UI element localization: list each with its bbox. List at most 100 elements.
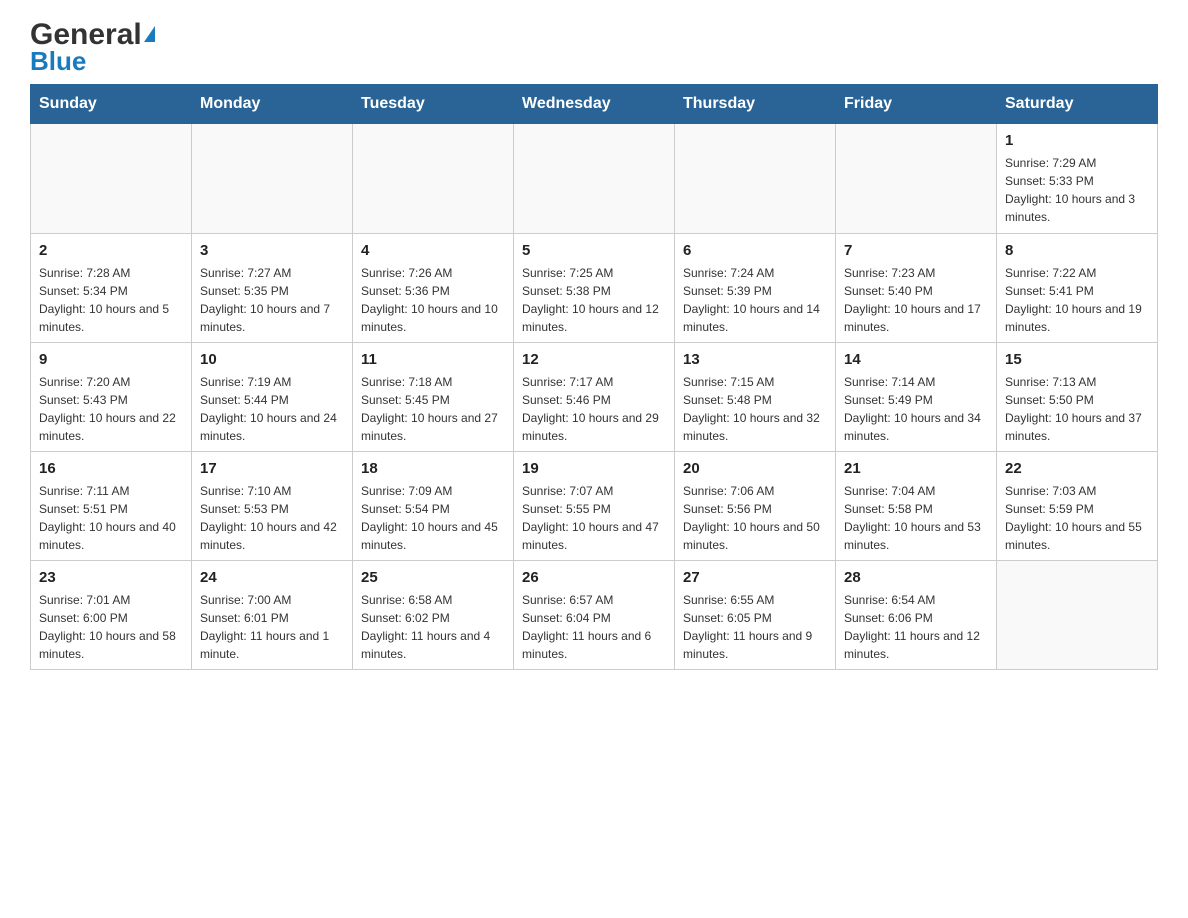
- day-number: 13: [683, 349, 827, 370]
- day-number: 12: [522, 349, 666, 370]
- day-number: 23: [39, 567, 183, 588]
- day-info: Sunrise: 7:07 AMSunset: 5:55 PMDaylight:…: [522, 482, 666, 554]
- calendar-cell: 3 Sunrise: 7:27 AMSunset: 5:35 PMDaylight…: [192, 234, 353, 343]
- calendar-cell: 27 Sunrise: 6:55 AMSunset: 6:05 PMDayligh…: [675, 561, 836, 670]
- day-info: Sunrise: 7:17 AMSunset: 5:46 PMDaylight:…: [522, 373, 666, 445]
- calendar-cell: 4 Sunrise: 7:26 AMSunset: 5:36 PMDaylight…: [353, 234, 514, 343]
- calendar-cell: 25 Sunrise: 6:58 AMSunset: 6:02 PMDayligh…: [353, 561, 514, 670]
- weekday-header-row: SundayMondayTuesdayWednesdayThursdayFrid…: [31, 85, 1158, 124]
- day-number: 4: [361, 240, 505, 261]
- day-number: 10: [200, 349, 344, 370]
- calendar-cell: 23 Sunrise: 7:01 AMSunset: 6:00 PMDayligh…: [31, 561, 192, 670]
- calendar-cell: [997, 561, 1158, 670]
- calendar-week-row: 2 Sunrise: 7:28 AMSunset: 5:34 PMDaylight…: [31, 234, 1158, 343]
- weekday-header-tuesday: Tuesday: [353, 85, 514, 124]
- calendar-cell: [353, 124, 514, 234]
- day-info: Sunrise: 7:18 AMSunset: 5:45 PMDaylight:…: [361, 373, 505, 445]
- day-number: 26: [522, 567, 666, 588]
- day-info: Sunrise: 6:57 AMSunset: 6:04 PMDaylight:…: [522, 591, 666, 663]
- calendar-cell: 15 Sunrise: 7:13 AMSunset: 5:50 PMDayligh…: [997, 343, 1158, 452]
- weekday-header-saturday: Saturday: [997, 85, 1158, 124]
- day-info: Sunrise: 7:23 AMSunset: 5:40 PMDaylight:…: [844, 264, 988, 336]
- day-number: 9: [39, 349, 183, 370]
- day-number: 25: [361, 567, 505, 588]
- weekday-header-friday: Friday: [836, 85, 997, 124]
- weekday-header-thursday: Thursday: [675, 85, 836, 124]
- day-number: 22: [1005, 458, 1149, 479]
- calendar-cell: 17 Sunrise: 7:10 AMSunset: 5:53 PMDayligh…: [192, 452, 353, 561]
- day-info: Sunrise: 6:58 AMSunset: 6:02 PMDaylight:…: [361, 591, 505, 663]
- day-number: 14: [844, 349, 988, 370]
- day-number: 19: [522, 458, 666, 479]
- day-info: Sunrise: 7:06 AMSunset: 5:56 PMDaylight:…: [683, 482, 827, 554]
- calendar-cell: 22 Sunrise: 7:03 AMSunset: 5:59 PMDayligh…: [997, 452, 1158, 561]
- day-info: Sunrise: 7:10 AMSunset: 5:53 PMDaylight:…: [200, 482, 344, 554]
- day-number: 1: [1005, 130, 1149, 151]
- calendar-cell: 14 Sunrise: 7:14 AMSunset: 5:49 PMDayligh…: [836, 343, 997, 452]
- day-info: Sunrise: 7:29 AMSunset: 5:33 PMDaylight:…: [1005, 154, 1149, 226]
- calendar-cell: 21 Sunrise: 7:04 AMSunset: 5:58 PMDayligh…: [836, 452, 997, 561]
- calendar-cell: 2 Sunrise: 7:28 AMSunset: 5:34 PMDaylight…: [31, 234, 192, 343]
- calendar-cell: 8 Sunrise: 7:22 AMSunset: 5:41 PMDaylight…: [997, 234, 1158, 343]
- logo: General Blue: [30, 20, 155, 74]
- calendar-cell: [836, 124, 997, 234]
- calendar-cell: 9 Sunrise: 7:20 AMSunset: 5:43 PMDaylight…: [31, 343, 192, 452]
- day-number: 15: [1005, 349, 1149, 370]
- day-info: Sunrise: 7:03 AMSunset: 5:59 PMDaylight:…: [1005, 482, 1149, 554]
- calendar-cell: 26 Sunrise: 6:57 AMSunset: 6:04 PMDayligh…: [514, 561, 675, 670]
- day-info: Sunrise: 7:09 AMSunset: 5:54 PMDaylight:…: [361, 482, 505, 554]
- day-info: Sunrise: 7:14 AMSunset: 5:49 PMDaylight:…: [844, 373, 988, 445]
- day-info: Sunrise: 6:55 AMSunset: 6:05 PMDaylight:…: [683, 591, 827, 663]
- calendar-cell: 24 Sunrise: 7:00 AMSunset: 6:01 PMDayligh…: [192, 561, 353, 670]
- calendar-cell: [514, 124, 675, 234]
- day-number: 3: [200, 240, 344, 261]
- day-number: 18: [361, 458, 505, 479]
- calendar-cell: 11 Sunrise: 7:18 AMSunset: 5:45 PMDayligh…: [353, 343, 514, 452]
- logo-blue-text: Blue: [30, 48, 86, 74]
- weekday-header-monday: Monday: [192, 85, 353, 124]
- day-info: Sunrise: 7:28 AMSunset: 5:34 PMDaylight:…: [39, 264, 183, 336]
- calendar-week-row: 16 Sunrise: 7:11 AMSunset: 5:51 PMDayligh…: [31, 452, 1158, 561]
- calendar-cell: 7Sunrise: 7:23 AMSunset: 5:40 PMDaylight…: [836, 234, 997, 343]
- calendar-cell: 10 Sunrise: 7:19 AMSunset: 5:44 PMDayligh…: [192, 343, 353, 452]
- day-info: Sunrise: 7:13 AMSunset: 5:50 PMDaylight:…: [1005, 373, 1149, 445]
- day-info: Sunrise: 7:25 AMSunset: 5:38 PMDaylight:…: [522, 264, 666, 336]
- calendar-cell: 1 Sunrise: 7:29 AMSunset: 5:33 PMDaylight…: [997, 124, 1158, 234]
- day-number: 8: [1005, 240, 1149, 261]
- day-info: Sunrise: 7:11 AMSunset: 5:51 PMDaylight:…: [39, 482, 183, 554]
- day-info: Sunrise: 7:01 AMSunset: 6:00 PMDaylight:…: [39, 591, 183, 663]
- day-info: Sunrise: 7:20 AMSunset: 5:43 PMDaylight:…: [39, 373, 183, 445]
- calendar-cell: 5 Sunrise: 7:25 AMSunset: 5:38 PMDaylight…: [514, 234, 675, 343]
- calendar-week-row: 9 Sunrise: 7:20 AMSunset: 5:43 PMDaylight…: [31, 343, 1158, 452]
- calendar-cell: 19 Sunrise: 7:07 AMSunset: 5:55 PMDayligh…: [514, 452, 675, 561]
- day-number: 17: [200, 458, 344, 479]
- calendar-cell: 20Sunrise: 7:06 AMSunset: 5:56 PMDayligh…: [675, 452, 836, 561]
- calendar-cell: [675, 124, 836, 234]
- day-info: Sunrise: 7:19 AMSunset: 5:44 PMDaylight:…: [200, 373, 344, 445]
- day-info: Sunrise: 7:15 AMSunset: 5:48 PMDaylight:…: [683, 373, 827, 445]
- day-number: 6: [683, 240, 827, 261]
- calendar-cell: [192, 124, 353, 234]
- calendar-cell: [31, 124, 192, 234]
- logo-triangle-icon: [144, 26, 155, 42]
- day-number: 24: [200, 567, 344, 588]
- day-info: Sunrise: 7:26 AMSunset: 5:36 PMDaylight:…: [361, 264, 505, 336]
- day-info: Sunrise: 7:00 AMSunset: 6:01 PMDaylight:…: [200, 591, 344, 663]
- day-number: 2: [39, 240, 183, 261]
- day-number: 16: [39, 458, 183, 479]
- weekday-header-wednesday: Wednesday: [514, 85, 675, 124]
- day-number: 5: [522, 240, 666, 261]
- day-info: Sunrise: 6:54 AMSunset: 6:06 PMDaylight:…: [844, 591, 988, 663]
- day-info: Sunrise: 7:27 AMSunset: 5:35 PMDaylight:…: [200, 264, 344, 336]
- day-info: Sunrise: 7:22 AMSunset: 5:41 PMDaylight:…: [1005, 264, 1149, 336]
- day-info: Sunrise: 7:04 AMSunset: 5:58 PMDaylight:…: [844, 482, 988, 554]
- calendar-cell: 6Sunrise: 7:24 AMSunset: 5:39 PMDaylight…: [675, 234, 836, 343]
- day-number: 21: [844, 458, 988, 479]
- day-number: 27: [683, 567, 827, 588]
- calendar-cell: 13 Sunrise: 7:15 AMSunset: 5:48 PMDayligh…: [675, 343, 836, 452]
- calendar-cell: 16 Sunrise: 7:11 AMSunset: 5:51 PMDayligh…: [31, 452, 192, 561]
- calendar-week-row: 1 Sunrise: 7:29 AMSunset: 5:33 PMDaylight…: [31, 124, 1158, 234]
- day-number: 11: [361, 349, 505, 370]
- day-number: 28: [844, 567, 988, 588]
- calendar-cell: 18 Sunrise: 7:09 AMSunset: 5:54 PMDayligh…: [353, 452, 514, 561]
